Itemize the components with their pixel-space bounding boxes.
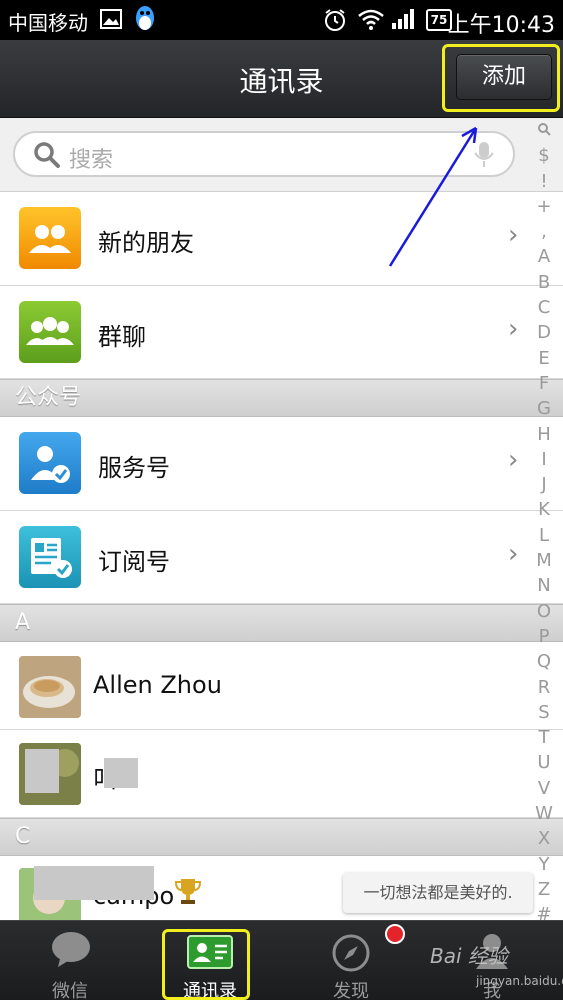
watermark-brand: Bai 经验 [430,944,508,968]
tab-chats[interactable]: 微信 [0,921,140,1000]
annotation-arrow [388,126,478,267]
contacts-tab-highlight-box [162,929,250,1000]
baidu-watermark: Bai 经验 jingyan.baidu.com [430,940,563,988]
notification-dot [385,924,405,944]
compass-icon [331,933,371,977]
chat-bubble-icon [50,929,92,973]
tab-label: 微信 [52,981,88,1000]
watermark-url: jingyan.baidu.com [476,974,563,988]
tab-label: 发现 [333,981,369,1000]
